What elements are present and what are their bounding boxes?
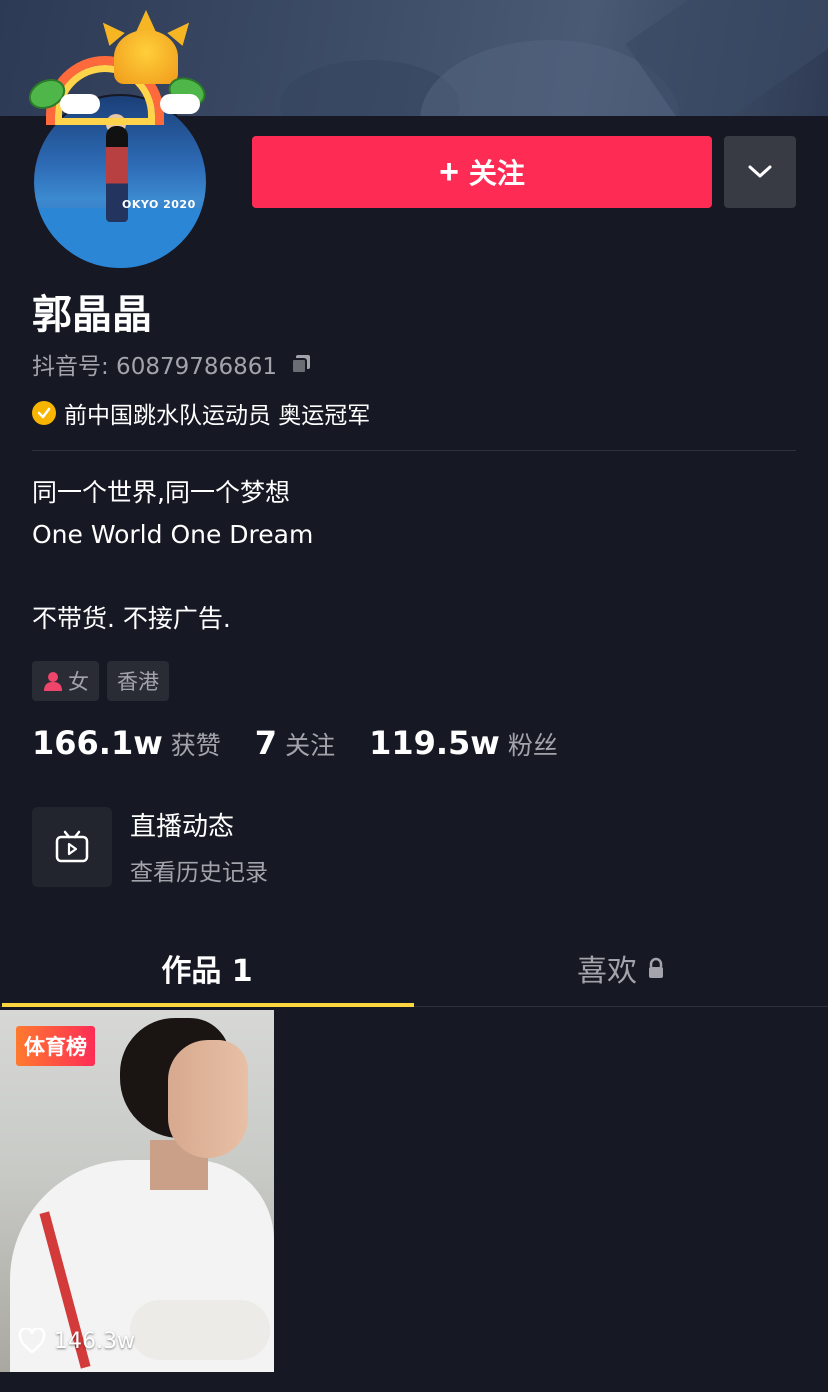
- gender-tag: 女: [32, 661, 99, 701]
- verified-badge-icon: [32, 401, 56, 425]
- stat-label: 关注: [285, 731, 336, 760]
- likes-stat: 166.1w 获赞: [32, 724, 221, 762]
- followers-stat[interactable]: 119.5w 粉丝: [369, 724, 558, 762]
- live-history-entry[interactable]: 直播动态 查看历史记录: [32, 806, 268, 887]
- video-thumbnail[interactable]: 体育榜 146.3w: [0, 1010, 274, 1372]
- stat-value: 7: [254, 724, 278, 762]
- heart-icon: [18, 1328, 46, 1354]
- bio-line: 不带货. 不接广告.: [32, 604, 231, 633]
- stat-value: 166.1w: [32, 724, 163, 762]
- live-icon-box: [32, 806, 112, 887]
- chevron-down-icon: [748, 165, 772, 178]
- cloud-decoration: [60, 94, 100, 114]
- video-like-count: 146.3w: [54, 1328, 135, 1354]
- douyin-id: 抖音号: 60879786861: [32, 354, 278, 380]
- stats-row: 166.1w 获赞 7 关注 119.5w 粉丝: [32, 724, 592, 762]
- live-title: 直播动态: [130, 812, 235, 842]
- follow-label: 关注: [468, 158, 525, 189]
- follow-button[interactable]: + 关注: [252, 136, 712, 208]
- cloud-decoration: [160, 94, 200, 114]
- douyin-id-row: 抖音号: 60879786861: [32, 347, 313, 381]
- more-options-button[interactable]: [724, 136, 796, 208]
- sport-ranking-badge: 体育榜: [16, 1026, 95, 1066]
- plus-icon: +: [439, 153, 459, 191]
- tv-play-icon: [55, 830, 89, 862]
- tab-likes[interactable]: 喜欢: [414, 930, 828, 1006]
- divider: [32, 450, 796, 451]
- stat-value: 119.5w: [369, 724, 500, 762]
- following-stat[interactable]: 7 关注: [255, 724, 335, 762]
- tab-label: 作品 1: [161, 954, 253, 989]
- location-tag: 香港: [107, 661, 169, 701]
- bio-line: 同一个世界,同一个梦想: [32, 478, 290, 507]
- stat-label: 获赞: [170, 731, 221, 760]
- stat-label: 粉丝: [507, 731, 558, 760]
- tab-label: 喜欢: [577, 954, 637, 989]
- female-icon: [44, 672, 62, 691]
- location-label: 香港: [117, 670, 159, 694]
- tab-works[interactable]: 作品 1: [0, 930, 414, 1007]
- active-tab-indicator: [2, 1003, 414, 1007]
- lock-icon: [649, 957, 663, 978]
- copy-icon[interactable]: [289, 352, 313, 376]
- verification-text: 前中国跳水队运动员 奥运冠军: [64, 403, 371, 429]
- avatar-with-frame[interactable]: OKYO 2020: [23, 10, 210, 270]
- profile-name: 郭晶晶: [32, 292, 152, 338]
- profile-tags: 女 香港: [32, 661, 169, 701]
- verification-row: 前中国跳水队运动员 奥运冠军: [32, 396, 370, 430]
- video-likes: 146.3w: [18, 1328, 135, 1354]
- content-tabs: 作品 1 喜欢: [0, 930, 828, 1007]
- bio: 同一个世界,同一个梦想 One World One Dream 不带货. 不接广…: [32, 472, 313, 640]
- bio-line: One World One Dream: [32, 520, 314, 549]
- gender-label: 女: [68, 670, 89, 694]
- avatar-sign-text: OKYO 2020: [122, 198, 196, 211]
- live-subtitle: 查看历史记录: [130, 860, 268, 886]
